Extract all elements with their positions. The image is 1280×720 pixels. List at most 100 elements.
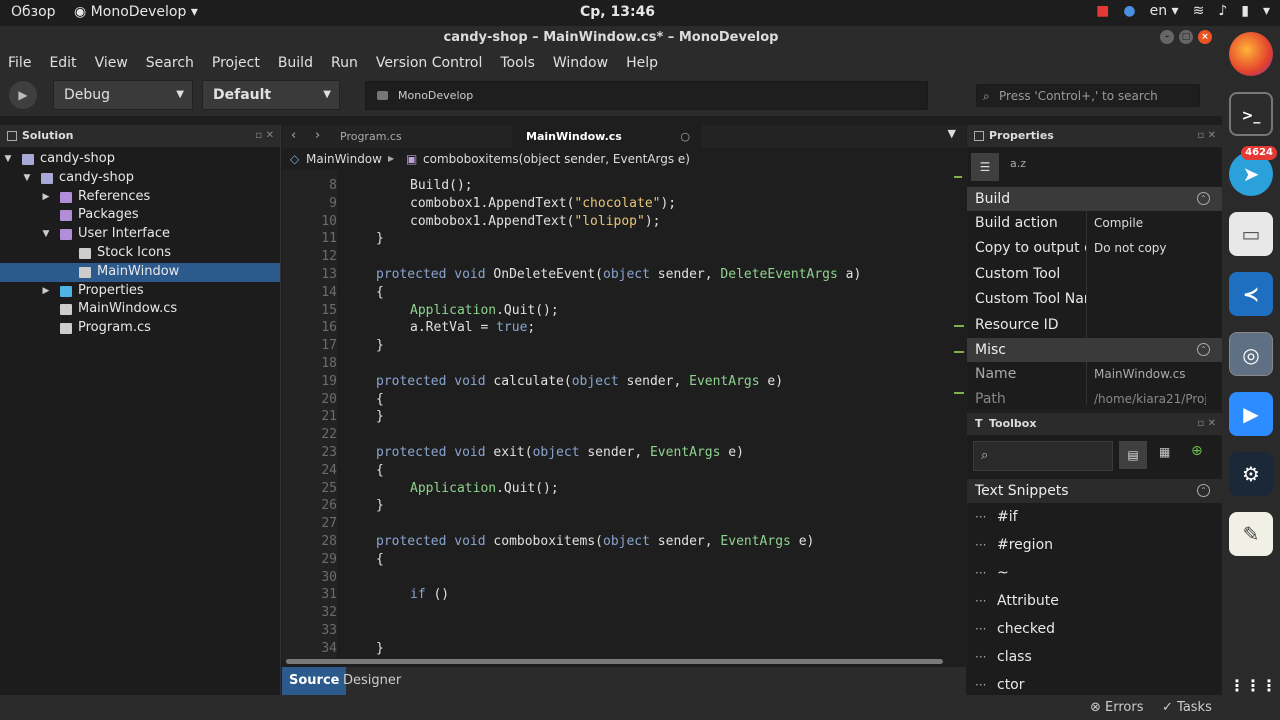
collapse-icon[interactable]: ⌃ [1197,192,1210,205]
show-applications-icon[interactable]: ⋮⋮⋮ [1229,664,1277,708]
list-view-button[interactable]: ▤ [1119,441,1147,469]
property-row[interactable]: Custom Tool [967,261,1222,288]
tab-list-dropdown[interactable]: ▼ [948,127,956,140]
close-icon[interactable]: ✕ [266,130,274,141]
property-value[interactable]: MainWindow.cs [1094,362,1206,387]
menu-build[interactable]: Build [278,55,313,71]
update-icon[interactable]: ● [1123,3,1135,19]
categorize-button[interactable]: ☰ [971,153,999,181]
tree-item[interactable]: ▶ Properties [0,282,280,301]
code-line[interactable]: 21} [282,408,966,427]
code-line[interactable]: 27 [282,515,966,533]
pad-dock-icon[interactable]: ▫ [255,130,262,141]
errors-button[interactable]: ⊗ Errors [1090,700,1144,715]
tree-item[interactable]: MainWindow [0,262,280,282]
zoom-icon[interactable]: ▶ [1229,392,1273,436]
code-line[interactable]: 16 a.RetVal = true; [282,319,966,338]
app-menu[interactable]: ◉ MonoDevelop ▾ [74,4,198,20]
snippet-item[interactable]: ··· class [967,643,1222,671]
sort-button[interactable]: a.z [1010,157,1026,170]
code-line[interactable]: 26} [282,497,966,516]
chevron-right-icon[interactable]: › [315,128,320,143]
tasks-button[interactable]: ✓ Tasks [1162,700,1212,715]
tree-item[interactable]: ▼ User Interface [0,225,280,244]
collapsed-arrow-icon[interactable]: ▶ [40,188,52,207]
tab-designer[interactable]: Designer [336,667,408,695]
text-editor-icon[interactable]: ✎ [1229,512,1273,556]
close-icon[interactable]: ✕ [1208,130,1216,141]
code-line[interactable]: 32 [282,604,966,622]
category-text-snippets[interactable]: Text Snippets ⌃ [967,479,1222,503]
code-line[interactable]: 33 [282,622,966,640]
chevron-left-icon[interactable]: ‹ [291,128,296,143]
menu-version-control[interactable]: Version Control [376,55,483,71]
menu-view[interactable]: View [95,55,128,71]
breadcrumb-class[interactable]: MainWindow [306,148,382,170]
firefox-icon[interactable] [1229,32,1273,76]
snippet-item[interactable]: ··· Attribute [967,587,1222,615]
pad-dock-icon[interactable]: ▫ [1197,418,1204,429]
language-indicator[interactable]: en ▾ [1150,3,1179,19]
code-line[interactable]: 29 { [282,550,966,569]
code-line[interactable]: 23 protected void exit(object sender, Eve… [282,444,966,462]
telegram-icon[interactable]: ➤ 4624 [1229,146,1277,196]
menu-search[interactable]: Search [146,55,194,71]
horizontal-scrollbar[interactable] [286,659,943,664]
menu-edit[interactable]: Edit [49,55,76,71]
code-line[interactable]: 10 combobox1.AppendText("lolipop"); [282,212,966,231]
snippet-item[interactable]: ··· #region [967,531,1222,559]
activities-button[interactable]: Обзор [11,4,56,20]
property-row[interactable]: Copy to output di Do not copy [967,236,1222,262]
property-row[interactable]: Name MainWindow.cs [967,361,1222,388]
modified-dot-icon[interactable]: ○ [680,125,690,148]
close-button[interactable]: × [1198,30,1212,44]
tree-item[interactable]: Stock Icons [0,244,280,263]
snippet-item[interactable]: ··· #if [967,503,1222,531]
volume-icon[interactable]: ♪ [1218,3,1227,19]
chevron-down-icon[interactable]: ▾ [1263,3,1270,19]
property-row[interactable]: Custom Tool Nam [967,287,1222,313]
tree-item[interactable]: ▼ candy-shop [0,169,280,188]
monodevelop-icon[interactable]: ◎ [1229,332,1273,376]
menu-window[interactable]: Window [553,55,608,71]
code-editor[interactable]: 8 Build(); 9 combobox1.AppendText("chocolat… [282,170,966,660]
breadcrumb-method[interactable]: comboboxitems(object sender, EventArgs e… [423,148,690,170]
terminal-icon[interactable]: >_ [1229,92,1273,136]
steam-icon[interactable]: ⚙ [1229,452,1273,496]
minimize-button[interactable]: – [1160,30,1174,44]
target-select[interactable]: Default ▼ [202,80,340,110]
camera-icon[interactable]: ■ [1096,3,1109,19]
menu-project[interactable]: Project [212,55,260,71]
code-line[interactable]: 24 { [282,461,966,480]
snippet-item[interactable]: ··· ~ [967,559,1222,587]
code-line[interactable]: 13 protected void OnDeleteEvent(object se… [282,266,966,284]
property-value[interactable]: /home/kiara21/Proj [1094,387,1206,405]
files-icon[interactable]: ▭ [1229,212,1273,256]
code-line[interactable]: 22 [282,426,966,444]
code-line[interactable]: 25 Application.Quit(); [282,479,966,498]
code-line[interactable]: 14 { [282,283,966,302]
property-row[interactable]: Build action Compile [967,211,1222,237]
code-line[interactable]: 9 combobox1.AppendText("chocolate"); [282,194,966,213]
code-line[interactable]: 28 protected void comboboxitems(object se… [282,533,966,551]
wifi-icon[interactable]: ≋ [1193,3,1205,19]
property-row[interactable]: Resource ID [967,312,1222,338]
menu-help[interactable]: Help [626,55,658,71]
code-line[interactable]: 19 protected void calculate(object sender… [282,372,966,391]
property-row[interactable]: Path/home/kiara21/Proj [967,387,1222,406]
collapse-icon[interactable]: ⌃ [1197,342,1210,356]
tree-item[interactable]: Packages [0,206,280,225]
expanded-arrow-icon[interactable]: ▼ [21,169,33,188]
code-line[interactable]: 18 [282,355,966,373]
battery-icon[interactable]: ▮ [1241,3,1249,19]
code-line[interactable]: 31 if () [282,586,966,605]
menu-tools[interactable]: Tools [500,55,535,71]
code-line[interactable]: 17} [282,337,966,355]
pad-dock-icon[interactable]: ▫ [1197,130,1204,141]
property-value[interactable]: Do not copy [1094,236,1206,261]
tree-item[interactable]: ▼ candy-shop [0,150,280,169]
collapse-icon[interactable]: ⌃ [1197,484,1210,497]
code-line[interactable]: 34} [282,639,966,658]
code-line[interactable]: 12 [282,248,966,266]
tree-item[interactable]: ▶ References [0,188,280,207]
